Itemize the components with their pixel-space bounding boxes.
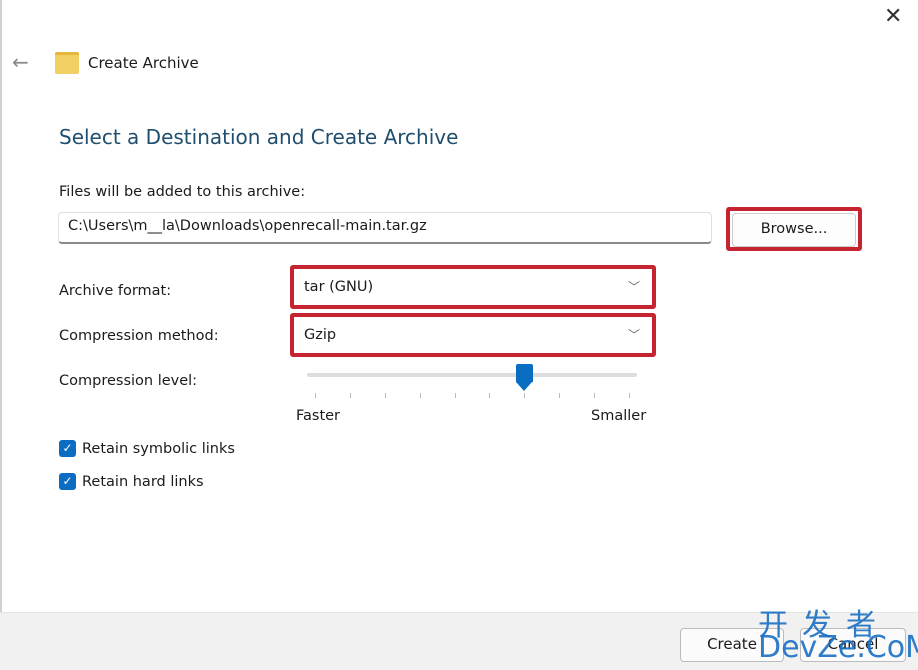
compression-method-value: Gzip xyxy=(304,327,337,343)
archive-folder-icon xyxy=(55,52,79,74)
chevron-down-icon: ﹀ xyxy=(627,328,640,342)
slider-tick xyxy=(594,393,596,398)
slider-tick xyxy=(629,393,630,398)
compression-level-slider[interactable] xyxy=(307,373,637,377)
watermark-logo-text: DevZe.CoM xyxy=(758,630,918,665)
slider-tick xyxy=(349,393,351,398)
destination-label: Files will be added to this archive: xyxy=(59,184,306,200)
destination-path-input[interactable]: C:\Users\m__la\Downloads\openrecall-main… xyxy=(58,212,712,244)
compression-method-label: Compression method: xyxy=(59,328,219,344)
chevron-down-icon: ﹀ xyxy=(627,280,640,294)
back-arrow-icon[interactable]: ← xyxy=(12,50,29,74)
retain-symbolic-links-checkbox[interactable]: ✓ Retain symbolic links xyxy=(59,440,235,457)
archive-format-label: Archive format: xyxy=(59,283,172,299)
slider-tick xyxy=(454,393,456,398)
archive-format-dropdown[interactable]: tar (GNU) ﹀ xyxy=(296,271,650,303)
checkbox-label: Retain symbolic links xyxy=(82,440,235,457)
checkmark-icon: ✓ xyxy=(59,440,76,457)
compression-method-highlight: Gzip ﹀ xyxy=(290,313,656,357)
compression-method-dropdown[interactable]: Gzip ﹀ xyxy=(296,319,650,351)
close-icon[interactable]: ✕ xyxy=(884,4,902,29)
archive-format-highlight: tar (GNU) ﹀ xyxy=(290,265,656,309)
page-title: Select a Destination and Create Archive xyxy=(59,125,459,149)
slider-thumb[interactable] xyxy=(515,364,533,382)
slider-tick xyxy=(419,393,421,398)
slider-tick xyxy=(489,393,491,398)
compression-level-label: Compression level: xyxy=(59,373,198,389)
slider-thumb-tip xyxy=(515,382,532,391)
slider-max-label: Smaller xyxy=(591,408,647,424)
slider-tick xyxy=(559,393,561,398)
window-title: Create Archive xyxy=(88,54,199,72)
checkmark-icon: ✓ xyxy=(59,473,76,490)
slider-tick xyxy=(315,393,316,398)
slider-tick xyxy=(384,393,386,398)
slider-tick xyxy=(524,393,526,398)
retain-hard-links-checkbox[interactable]: ✓ Retain hard links xyxy=(59,473,204,490)
browse-button[interactable]: Browse... xyxy=(732,213,856,247)
checkbox-label: Retain hard links xyxy=(82,473,204,490)
browse-highlight: Browse... xyxy=(726,207,862,251)
archive-format-value: tar (GNU) xyxy=(304,279,374,295)
slider-min-label: Faster xyxy=(296,408,341,424)
